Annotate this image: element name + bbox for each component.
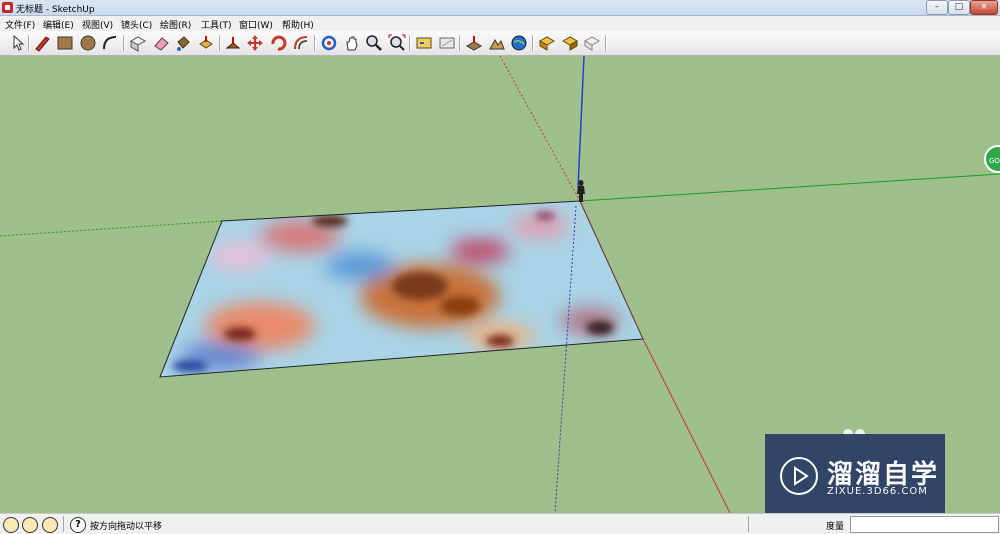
toggle-terrain-icon[interactable] [488, 34, 506, 52]
menu-help[interactable]: 帮助(H) [282, 18, 314, 31]
credits-icon[interactable] [22, 517, 38, 533]
watermark-subtitle: ZIXUE.3D66.COM [827, 486, 928, 497]
red-axis-negative [499, 56, 581, 202]
menu-tools[interactable]: 工具(T) [201, 18, 232, 31]
menu-draw[interactable]: 绘图(R) [160, 18, 191, 31]
arc-icon[interactable] [101, 34, 119, 52]
zoom-icon[interactable] [365, 34, 383, 52]
play-logo-icon [780, 457, 818, 495]
close-button[interactable]: × [970, 0, 998, 15]
share-component-icon[interactable] [561, 34, 579, 52]
rectangle-icon[interactable] [56, 34, 74, 52]
add-location-icon[interactable] [465, 34, 483, 52]
blue-axis-positive [577, 56, 585, 189]
menu-window[interactable]: 窗口(W) [239, 18, 273, 31]
zoom-extents-icon[interactable] [388, 34, 406, 52]
help-icon[interactable]: ? [70, 517, 86, 533]
go-badge-icon: GO [984, 145, 1000, 173]
share-model-icon[interactable] [438, 34, 456, 52]
measurements-label: 度量 [826, 522, 845, 532]
status-hint: 按方向拖动以平移 [90, 522, 163, 532]
green-axis-positive [579, 173, 1000, 202]
paint-bucket-icon[interactable] [174, 34, 192, 52]
menu-edit[interactable]: 编辑(E) [43, 18, 74, 31]
red-axis-positive [642, 338, 731, 513]
select-tool-icon[interactable] [8, 34, 26, 52]
make-component-icon[interactable] [129, 34, 147, 52]
watermark-overlay: 溜溜自学 ZIXUE.3D66.COM [765, 434, 945, 519]
pan-hand-icon[interactable] [343, 34, 361, 52]
rotate-icon[interactable] [269, 34, 287, 52]
preview-icon[interactable] [583, 34, 601, 52]
maximize-button[interactable]: □ [948, 0, 970, 15]
window-title: 无标题 - SketchUp [16, 5, 95, 15]
main-toolbar [0, 31, 1000, 56]
green-axis-negative [0, 220, 223, 237]
user-icon[interactable] [42, 517, 58, 533]
minimize-button[interactable]: – [926, 0, 948, 15]
pencil-icon[interactable] [33, 34, 51, 52]
measurements-input[interactable] [850, 516, 999, 533]
move-icon[interactable] [246, 34, 264, 52]
status-bar: ? 按方向拖动以平移 度量 [0, 513, 1000, 534]
offset-icon[interactable] [292, 34, 310, 52]
menu-camera[interactable]: 镜头(C) [121, 18, 152, 31]
get-photo-texture-icon[interactable] [538, 34, 556, 52]
menu-bar: 文件(F) 编辑(E) 视图(V) 镜头(C) 绘图(R) 工具(T) 窗口(W… [0, 16, 1000, 31]
circle-icon[interactable] [79, 34, 97, 52]
menu-view[interactable]: 视图(V) [82, 18, 113, 31]
menu-file[interactable]: 文件(F) [5, 18, 35, 31]
get-models-icon[interactable] [415, 34, 433, 52]
go-badge-label: GO [989, 157, 1000, 165]
follow-me-icon[interactable] [224, 34, 242, 52]
sketchup-app-icon [2, 2, 13, 13]
geolocation-icon[interactable] [3, 517, 19, 533]
google-earth-icon[interactable] [510, 34, 528, 52]
title-bar: 无标题 - SketchUp – □ × [0, 0, 1000, 16]
orbit-icon[interactable] [320, 34, 338, 52]
push-pull-icon[interactable] [197, 34, 215, 52]
textured-ground-plane [160, 201, 643, 377]
eraser-icon[interactable] [152, 34, 170, 52]
